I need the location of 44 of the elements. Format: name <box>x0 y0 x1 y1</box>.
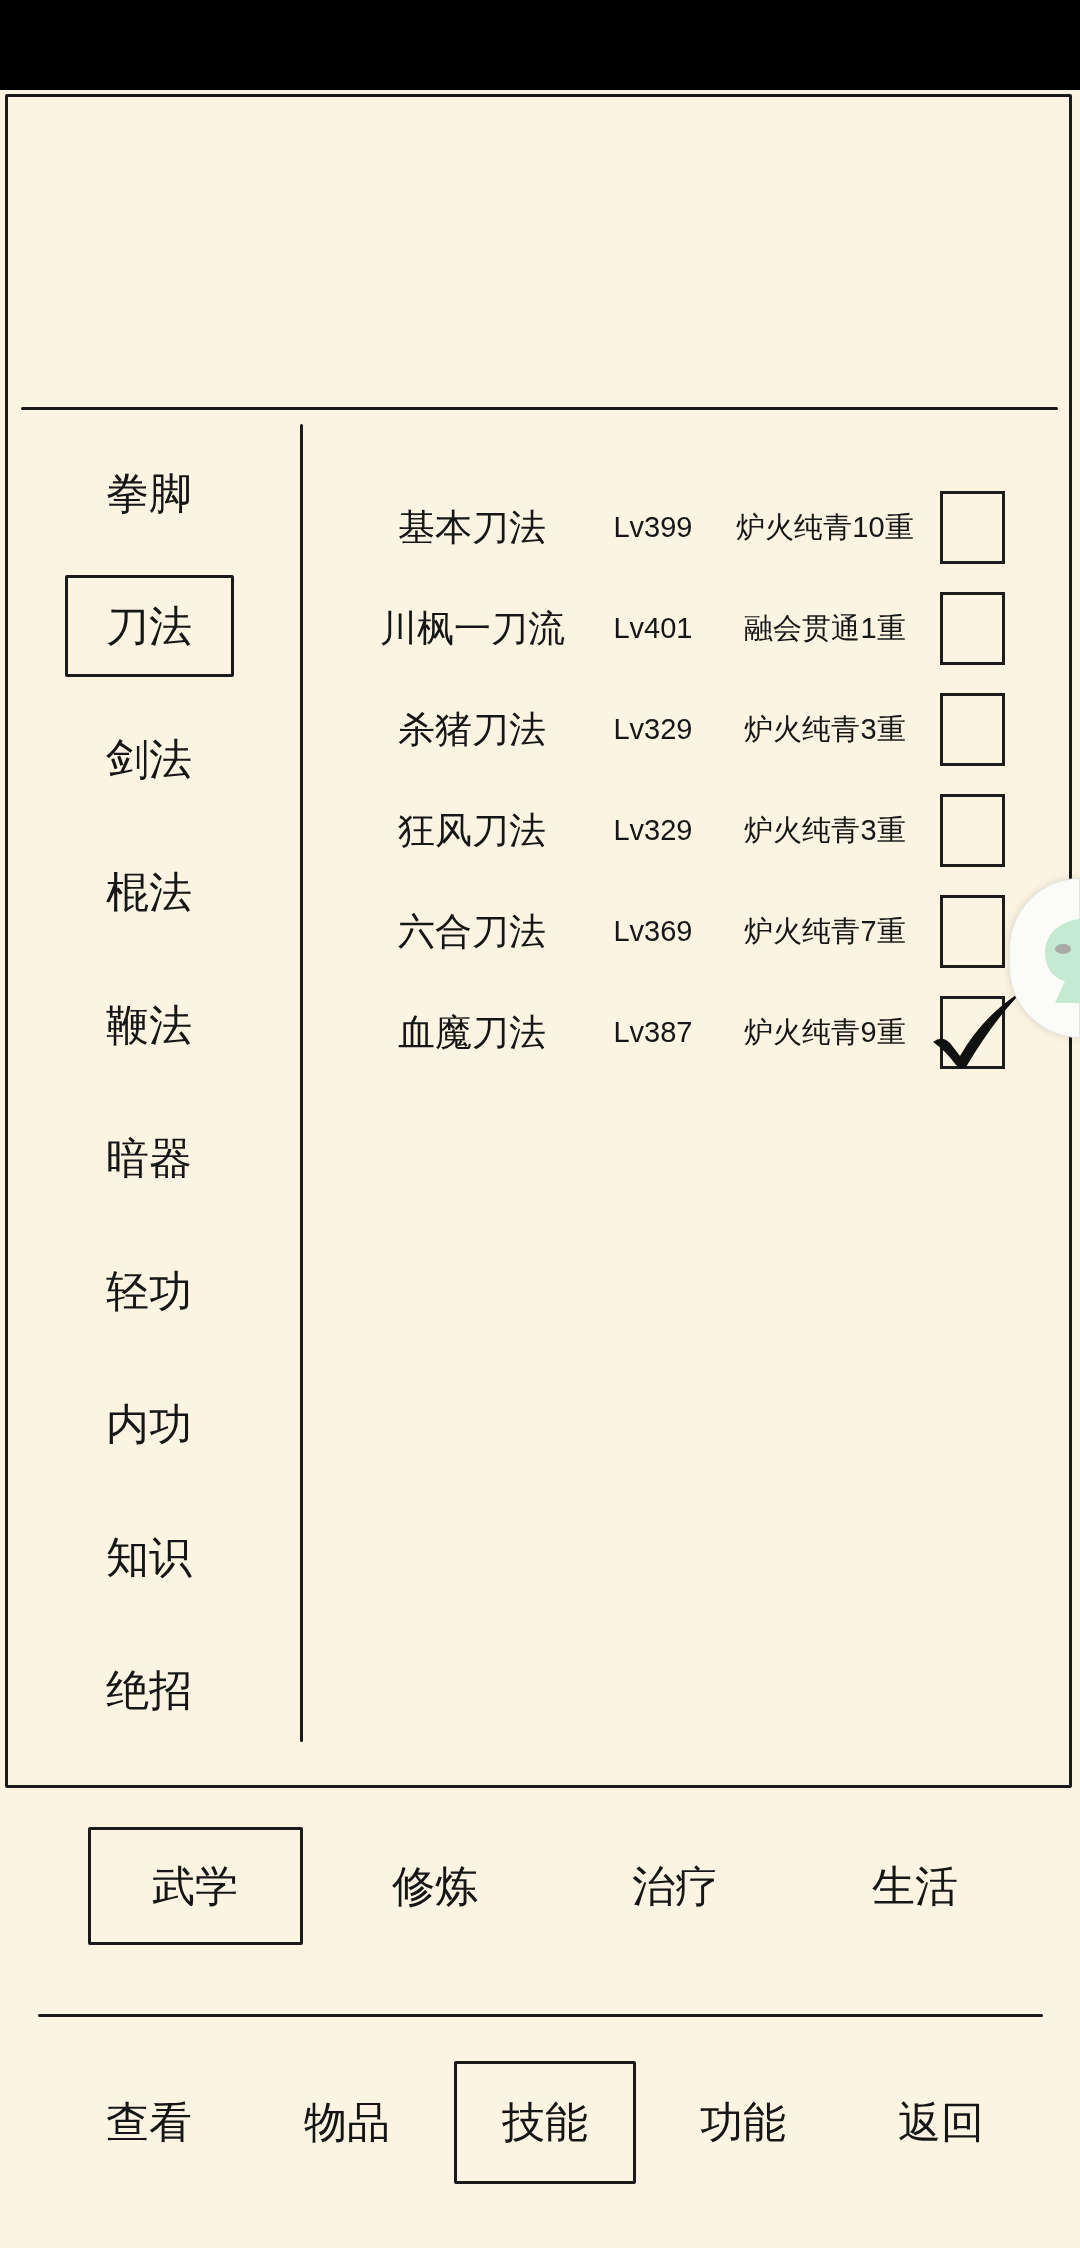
checkmark-icon <box>933 995 1016 1069</box>
nav-tab[interactable]: 物品 <box>256 2061 438 2184</box>
nav-tab[interactable]: 查看 <box>58 2061 240 2184</box>
skill-name: 基本刀法 <box>397 509 547 546</box>
skill-level: Lv387 <box>612 1018 694 1047</box>
category-item[interactable]: 内功 <box>64 1373 234 1475</box>
category-tab[interactable]: 修炼 <box>327 1827 543 1945</box>
category-tab[interactable]: 治疗 <box>567 1827 783 1945</box>
category-item[interactable]: 棍法 <box>64 841 234 943</box>
skill-realm: 炉火纯青3重 <box>743 715 907 744</box>
category-item[interactable]: 暗器 <box>64 1107 234 1209</box>
skill-level: Lv329 <box>612 715 694 744</box>
skill-name: 六合刀法 <box>397 913 547 950</box>
skill-name: 川枫一刀流 <box>378 610 566 647</box>
nav-tab[interactable]: 技能 <box>454 2061 636 2184</box>
category-tab[interactable]: 生活 <box>807 1827 1023 1945</box>
category-item[interactable]: 知识 <box>64 1506 234 1608</box>
category-tab[interactable]: 武学 <box>87 1827 303 1945</box>
skill-name: 狂风刀法 <box>397 812 547 849</box>
skill-level: Lv401 <box>612 614 694 643</box>
nav-tab[interactable]: 功能 <box>652 2061 834 2184</box>
skill-level: Lv399 <box>612 513 694 542</box>
category-item[interactable]: 绝招 <box>64 1639 234 1741</box>
skill-realm: 炉火纯青7重 <box>743 917 907 946</box>
checkbox[interactable] <box>940 895 1005 968</box>
category-item[interactable]: 剑法 <box>64 708 234 810</box>
skill-realm: 炉火纯青10重 <box>735 513 915 542</box>
skill-realm: 融会贯通1重 <box>743 614 907 643</box>
checkbox[interactable] <box>940 693 1005 766</box>
skill-name: 杀猪刀法 <box>397 711 547 748</box>
skill-level: Lv329 <box>612 816 694 845</box>
checkbox[interactable] <box>940 491 1005 564</box>
category-item[interactable]: 拳脚 <box>64 442 234 544</box>
category-item[interactable]: 轻功 <box>64 1240 234 1342</box>
checkbox[interactable] <box>940 794 1005 867</box>
category-item[interactable]: 刀法 <box>64 575 234 677</box>
category-item[interactable]: 鞭法 <box>64 974 234 1076</box>
skill-realm: 炉火纯青3重 <box>743 816 907 845</box>
skill-level: Lv369 <box>612 917 694 946</box>
checkbox[interactable] <box>933 995 1016 1070</box>
checkbox[interactable] <box>940 592 1005 665</box>
nav-tab[interactable]: 返回 <box>850 2061 1032 2184</box>
skill-realm: 炉火纯青9重 <box>743 1018 907 1047</box>
skill-name: 血魔刀法 <box>397 1014 547 1051</box>
